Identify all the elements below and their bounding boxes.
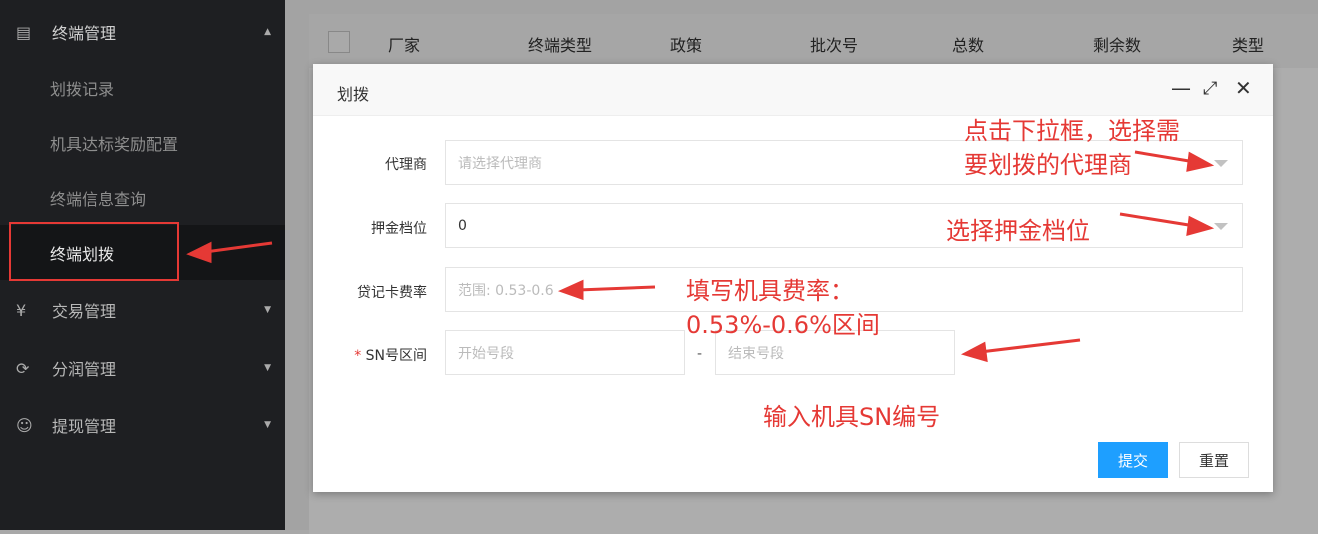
arrow-icon [1119, 212, 1196, 228]
annotation-arrows [186, 150, 1215, 363]
arrow-icon [204, 241, 273, 254]
arrow-icon [979, 338, 1081, 354]
arrow-head [960, 341, 988, 363]
arrow-head [557, 279, 584, 301]
arrow-head [186, 241, 212, 264]
arrow-icon [577, 285, 656, 292]
arrow-icon [1134, 150, 1196, 164]
arrow-head [1186, 151, 1215, 172]
arrow-head [1186, 215, 1215, 237]
